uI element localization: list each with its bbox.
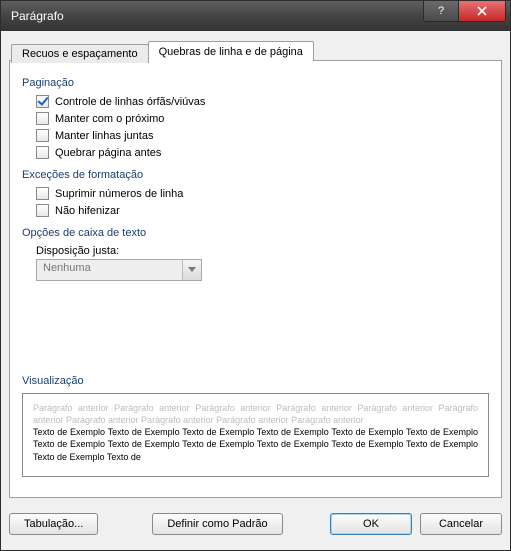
cancel-button[interactable]: Cancelar [420,513,502,535]
client-area: Recuos e espaçamento Quebras de linha e … [9,39,502,542]
checkbox-dont-hyphenate[interactable] [36,204,49,217]
title-bar: Parágrafo ? [1,1,510,31]
close-button[interactable] [458,1,506,22]
button-bar: Tabulação... Definir como Padrão OK Canc… [9,506,502,542]
group-preview-label: Visualização [22,375,489,387]
row-page-break-before[interactable]: Quebrar página antes [36,146,489,159]
preview-sample-text: Texto de Exemplo Texto de Exemplo Texto … [33,426,478,462]
tab-panel: Paginação Controle de linhas órfãs/viúva… [9,60,502,498]
row-suppress-line-numbers[interactable]: Suprimir números de linha [36,187,489,200]
close-icon [477,6,487,16]
help-button[interactable]: ? [423,1,459,22]
group-textbox-options-label: Opções de caixa de texto [22,227,489,239]
label-widow-control: Controle de linhas órfãs/viúvas [55,96,205,108]
select-tight-wrap-button[interactable] [182,260,201,280]
tab-indents-spacing[interactable]: Recuos e espaçamento [11,44,149,63]
group-formatting-exceptions-label: Exceções de formatação [22,169,489,181]
select-tight-wrap-value: Nenhuma [37,260,182,280]
checkbox-page-break-before[interactable] [36,146,49,159]
label-keep-lines-together: Manter linhas juntas [55,130,153,142]
set-as-default-button[interactable]: Definir como Padrão [152,513,282,535]
label-suppress-line-numbers: Suprimir números de linha [55,188,183,200]
tab-strip: Recuos e espaçamento Quebras de linha e … [9,39,502,61]
group-pagination-label: Paginação [22,77,489,89]
row-widow-control[interactable]: Controle de linhas órfãs/viúvas [36,95,489,108]
row-keep-lines-together[interactable]: Manter linhas juntas [36,129,489,142]
checkbox-keep-lines-together[interactable] [36,129,49,142]
window-controls: ? [424,1,506,22]
label-tight-wrap: Disposição justa: [36,245,489,257]
preview-box: Parágrafo anterior Parágrafo anterior Pa… [22,393,489,477]
window-title: Parágrafo [1,9,64,23]
row-dont-hyphenate[interactable]: Não hifenizar [36,204,489,217]
label-dont-hyphenate: Não hifenizar [55,205,120,217]
checkbox-keep-with-next[interactable] [36,112,49,125]
select-tight-wrap[interactable]: Nenhuma [36,259,202,281]
chevron-down-icon [188,267,196,273]
preview-previous-text: Parágrafo anterior Parágrafo anterior Pa… [33,402,478,426]
dialog-paragraph: Parágrafo ? Recuos e espaçamento Quebras… [0,0,511,551]
row-keep-with-next[interactable]: Manter com o próximo [36,112,489,125]
tabs-button[interactable]: Tabulação... [9,513,98,535]
checkbox-suppress-line-numbers[interactable] [36,187,49,200]
checkbox-widow-control[interactable] [36,95,49,108]
tab-line-page-breaks[interactable]: Quebras de linha e de página [148,41,314,61]
label-keep-with-next: Manter com o próximo [55,113,164,125]
ok-button[interactable]: OK [330,513,412,535]
label-page-break-before: Quebrar página antes [55,147,161,159]
